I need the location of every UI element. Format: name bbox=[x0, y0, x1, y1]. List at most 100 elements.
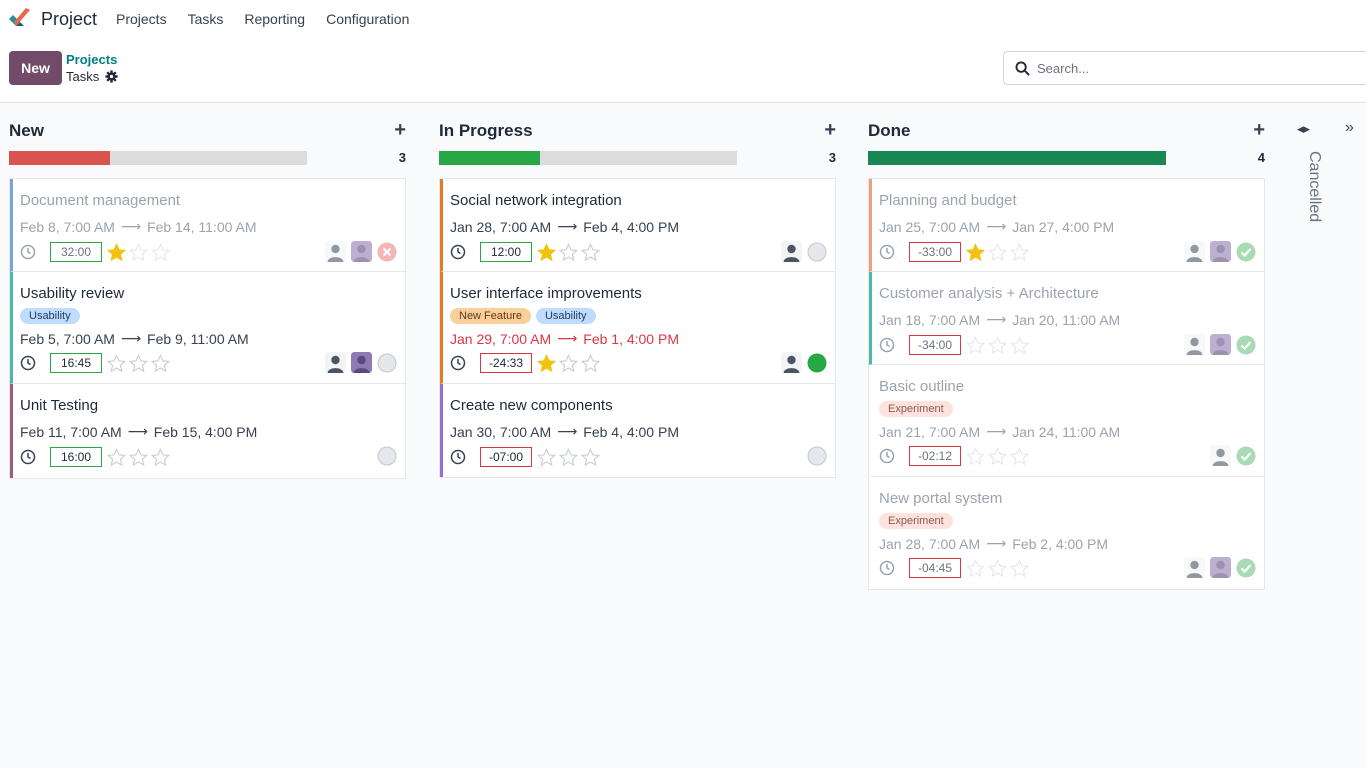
priority-star-icon[interactable] bbox=[559, 447, 578, 467]
priority-star-icon[interactable] bbox=[559, 242, 578, 262]
priority-star-icon[interactable] bbox=[107, 242, 126, 262]
clock-icon[interactable] bbox=[879, 448, 895, 464]
status-done-check-icon[interactable] bbox=[1236, 558, 1256, 578]
fold-columns-icon[interactable]: ◂▸ bbox=[1297, 121, 1310, 137]
breadcrumb: Tasks bbox=[66, 69, 118, 84]
menu-projects[interactable]: Projects bbox=[116, 11, 167, 27]
priority-star-icon[interactable] bbox=[988, 335, 1007, 355]
priority-star-icon[interactable] bbox=[151, 242, 170, 262]
progress-fill bbox=[9, 151, 111, 165]
menu-configuration[interactable]: Configuration bbox=[326, 11, 409, 27]
task-card[interactable]: Unit Testing Feb 11, 7:00 AM ⟶ Feb 15, 4:00… bbox=[10, 384, 405, 478]
assignee-avatar[interactable] bbox=[1184, 241, 1205, 262]
priority-star-icon[interactable] bbox=[107, 447, 126, 467]
assignee-avatar[interactable] bbox=[1210, 334, 1231, 355]
search-box[interactable] bbox=[1003, 51, 1366, 85]
column-progress-bar[interactable] bbox=[868, 151, 1166, 165]
priority-star-icon[interactable] bbox=[537, 447, 556, 467]
priority-star-icon[interactable] bbox=[537, 353, 556, 373]
task-card[interactable]: Create new components Jan 30, 7:00 AM ⟶ Feb… bbox=[440, 384, 835, 477]
clock-icon[interactable] bbox=[450, 244, 466, 260]
project-app-icon[interactable] bbox=[8, 7, 32, 29]
priority-star-icon[interactable] bbox=[966, 335, 985, 355]
top-navbar: Project Projects Tasks Reporting Configu… bbox=[0, 0, 1366, 40]
clock-icon[interactable] bbox=[20, 355, 36, 371]
priority-star-icon[interactable] bbox=[1010, 242, 1029, 262]
priority-star-icon[interactable] bbox=[988, 242, 1007, 262]
clock-icon[interactable] bbox=[20, 449, 36, 465]
priority-star-icon[interactable] bbox=[107, 353, 126, 373]
status-done-check-icon[interactable] bbox=[1236, 446, 1256, 466]
clock-icon[interactable] bbox=[879, 560, 895, 576]
priority-star-icon[interactable] bbox=[966, 242, 985, 262]
task-card[interactable]: Document management Feb 8, 7:00 AM ⟶ Feb 14… bbox=[10, 179, 405, 272]
assignee-avatar[interactable] bbox=[351, 352, 372, 373]
clock-icon[interactable] bbox=[450, 355, 466, 371]
priority-star-icon[interactable] bbox=[1010, 558, 1029, 578]
assignee-avatar[interactable] bbox=[1184, 557, 1205, 578]
add-task-icon[interactable]: + bbox=[394, 119, 406, 142]
column-title[interactable]: New bbox=[9, 121, 44, 141]
priority-star-icon[interactable] bbox=[537, 242, 556, 262]
assignee-avatar[interactable] bbox=[781, 241, 802, 262]
status-ready-icon[interactable] bbox=[807, 353, 827, 373]
status-normal-icon[interactable] bbox=[377, 353, 397, 373]
priority-star-icon[interactable] bbox=[559, 353, 578, 373]
status-blocked-icon[interactable] bbox=[377, 242, 397, 262]
clock-icon[interactable] bbox=[450, 449, 466, 465]
priority-star-icon[interactable] bbox=[129, 447, 148, 467]
column-title[interactable]: In Progress bbox=[439, 121, 533, 141]
priority-star-icon[interactable] bbox=[988, 446, 1007, 466]
clock-icon[interactable] bbox=[879, 337, 895, 353]
search-input[interactable] bbox=[1037, 58, 1357, 78]
task-card[interactable]: Basic outline Experiment Jan 21, 7:00 AM ⟶ J… bbox=[869, 365, 1264, 477]
gear-icon[interactable] bbox=[105, 70, 118, 83]
assignee-avatar[interactable] bbox=[1210, 557, 1231, 578]
priority-star-icon[interactable] bbox=[966, 558, 985, 578]
priority-star-icon[interactable] bbox=[1010, 335, 1029, 355]
status-done-check-icon[interactable] bbox=[1236, 335, 1256, 355]
priority-star-icon[interactable] bbox=[1010, 446, 1029, 466]
expand-chevron-icon[interactable]: » bbox=[1345, 119, 1354, 137]
add-task-icon[interactable]: + bbox=[1253, 119, 1265, 142]
priority-star-icon[interactable] bbox=[129, 242, 148, 262]
menu-reporting[interactable]: Reporting bbox=[244, 11, 305, 27]
clock-icon[interactable] bbox=[20, 244, 36, 260]
priority-star-icon[interactable] bbox=[966, 446, 985, 466]
assignee-avatar[interactable] bbox=[781, 352, 802, 373]
assignee-avatar[interactable] bbox=[351, 241, 372, 262]
priority-star-icon[interactable] bbox=[129, 353, 148, 373]
column-progress-bar[interactable] bbox=[439, 151, 737, 165]
app-name[interactable]: Project bbox=[41, 9, 97, 30]
task-card[interactable]: Social network integration Jan 28, 7:00 A… bbox=[440, 179, 835, 272]
assignee-avatar[interactable] bbox=[325, 352, 346, 373]
priority-star-icon[interactable] bbox=[581, 353, 600, 373]
add-task-icon[interactable]: + bbox=[824, 119, 836, 142]
folded-column-cancelled[interactable]: ◂▸ » Cancelled bbox=[1292, 119, 1366, 240]
priority-star-icon[interactable] bbox=[151, 447, 170, 467]
status-normal-icon[interactable] bbox=[377, 446, 397, 466]
breadcrumb-projects-link[interactable]: Projects bbox=[66, 52, 117, 67]
new-button[interactable]: New bbox=[9, 51, 62, 85]
column-title[interactable]: Done bbox=[868, 121, 911, 141]
task-card[interactable]: User interface improvements New Feature Us… bbox=[440, 272, 835, 384]
priority-star-icon[interactable] bbox=[151, 353, 170, 373]
assignee-avatar[interactable] bbox=[1184, 334, 1205, 355]
assignee-avatar[interactable] bbox=[325, 241, 346, 262]
column-progress-bar[interactable] bbox=[9, 151, 307, 165]
status-done-check-icon[interactable] bbox=[1236, 242, 1256, 262]
priority-star-icon[interactable] bbox=[581, 242, 600, 262]
menu-tasks[interactable]: Tasks bbox=[188, 11, 224, 27]
task-card[interactable]: Planning and budget Jan 25, 7:00 AM ⟶ Jan 2… bbox=[869, 179, 1264, 272]
status-normal-icon[interactable] bbox=[807, 242, 827, 262]
priority-star-icon[interactable] bbox=[988, 558, 1007, 578]
task-card[interactable]: Customer analysis + Architecture Jan 18, … bbox=[869, 272, 1264, 365]
status-normal-icon[interactable] bbox=[807, 446, 827, 466]
arrow-right-icon: ⟶ bbox=[986, 218, 1007, 234]
task-card[interactable]: New portal system Experiment Jan 28, 7:00 … bbox=[869, 477, 1264, 589]
clock-icon[interactable] bbox=[879, 244, 895, 260]
task-card[interactable]: Usability review Usability Feb 5, 7:00 AM ⟶… bbox=[10, 272, 405, 384]
priority-star-icon[interactable] bbox=[581, 447, 600, 467]
assignee-avatar[interactable] bbox=[1210, 445, 1231, 466]
assignee-avatar[interactable] bbox=[1210, 241, 1231, 262]
